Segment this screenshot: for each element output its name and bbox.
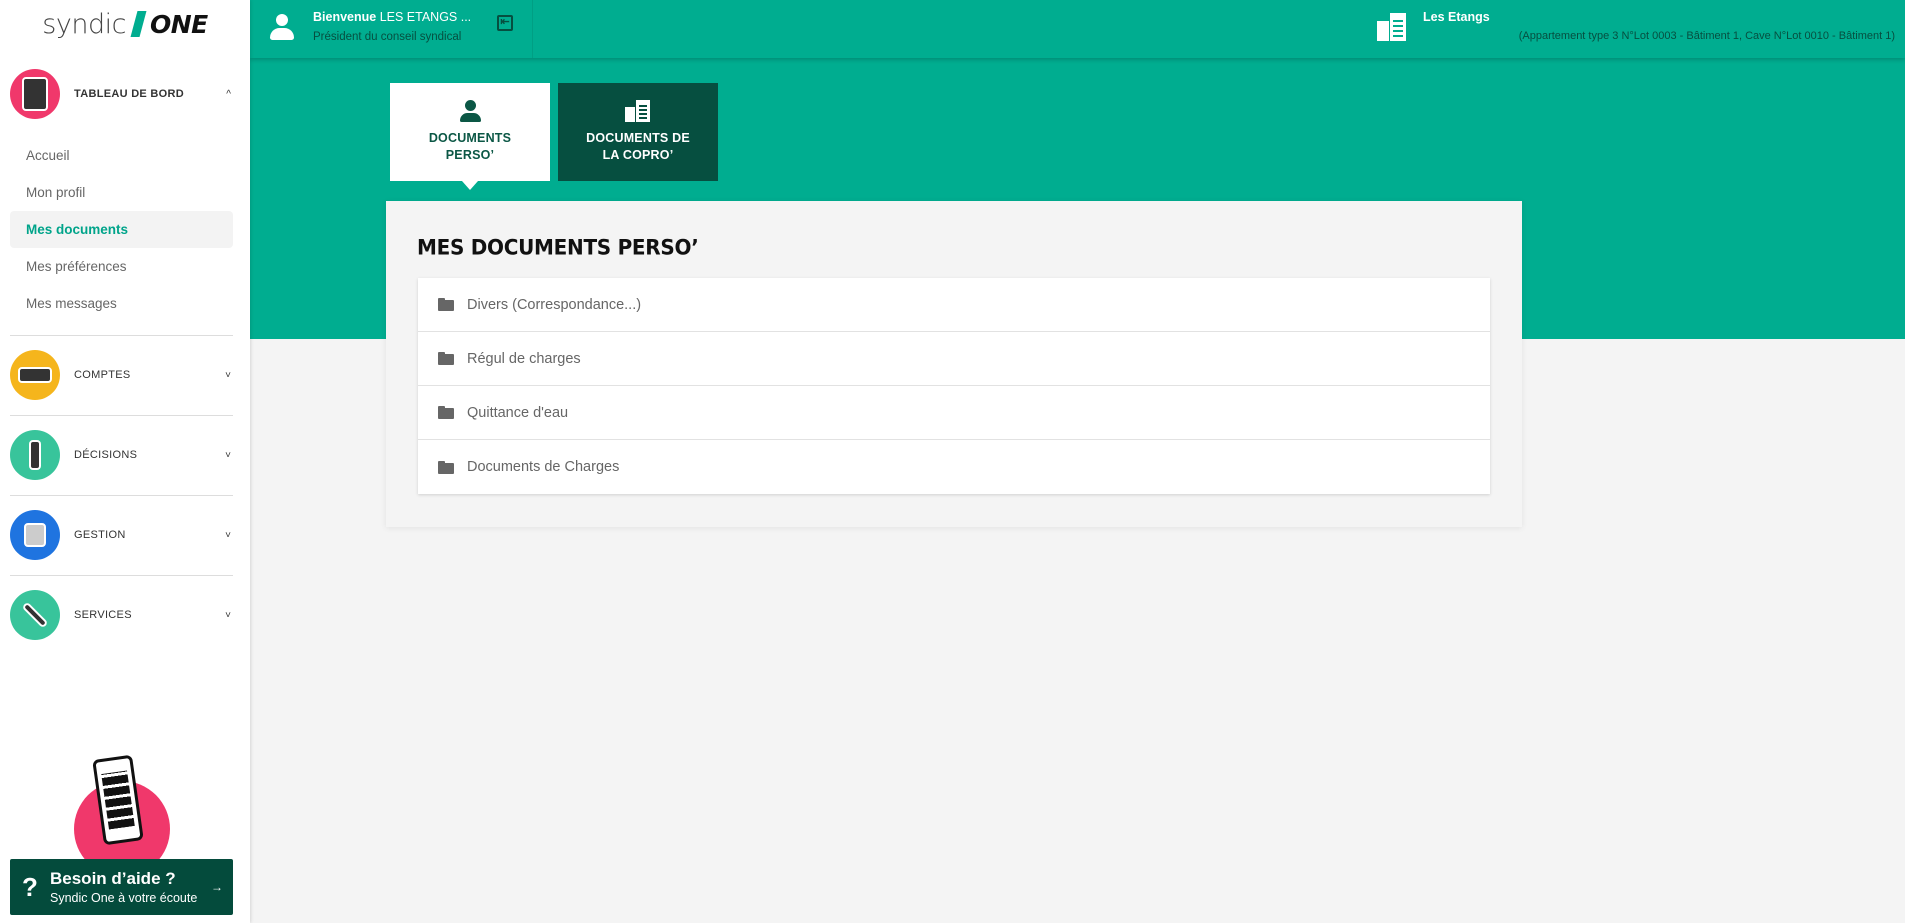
user-avatar-icon: [269, 14, 295, 40]
subnav-item-accueil[interactable]: Accueil: [10, 137, 233, 174]
services-illustration-icon: [10, 590, 60, 640]
copro-name[interactable]: Les Etangs: [1423, 10, 1490, 24]
subnav-item-mes-documents[interactable]: Mes documents: [10, 211, 233, 248]
folder-icon: [438, 298, 454, 311]
nav-section-tableau-de-bord[interactable]: TABLEAU DE BORD ^: [10, 69, 233, 119]
arrow-right-icon: →: [211, 880, 223, 894]
tableau-de-bord-illustration-icon: [10, 69, 60, 119]
subnav-item-mon-profil[interactable]: Mon profil: [10, 174, 233, 211]
help-phone-illustration-icon: [74, 754, 170, 877]
syndic-one-logo[interactable]: syndic ONE: [0, 0, 250, 48]
help-button[interactable]: ? Besoin d’aide ? Syndic One à votre éco…: [10, 859, 233, 915]
chevron-down-icon: ˅: [225, 449, 231, 461]
subnav-item-mes-preferences[interactable]: Mes préférences: [10, 248, 233, 285]
folder-icon: [438, 406, 454, 419]
sidebar: syndic ONE TABLEAU DE BORD ^ Accueil Mon…: [0, 0, 250, 923]
person-icon: [460, 100, 481, 122]
sidebar-divider: [10, 335, 233, 336]
building-icon: [625, 100, 651, 122]
chevron-down-icon: ˅: [225, 529, 231, 541]
tab-documents-perso[interactable]: DOCUMENTS PERSO’: [390, 83, 550, 190]
topbar: Bienvenue LES ETANGS ... Président du co…: [250, 0, 1905, 58]
nav-section-services[interactable]: SERVICES ˅: [10, 590, 233, 640]
chevron-down-icon: ˅: [225, 369, 231, 381]
user-role: Président du conseil syndical: [313, 31, 462, 43]
folder-icon: [438, 460, 454, 474]
nav-section-comptes[interactable]: COMPTES ˅: [10, 350, 233, 400]
documents-card: MES DOCUMENTS PERSO’ Divers (Corresponda…: [386, 201, 1522, 527]
comptes-illustration-icon: [10, 350, 60, 400]
building-icon: [1377, 13, 1407, 41]
gestion-illustration-icon: [10, 510, 60, 560]
help-subtitle: Syndic One à votre écoute: [50, 891, 198, 905]
nav-section-decisions[interactable]: DÉCISIONS ˅: [10, 430, 233, 480]
help-title: Besoin d’aide ?: [50, 869, 176, 888]
user-block: Bienvenue LES ETANGS ... Président du co…: [250, 0, 533, 58]
sidebar-divider: [10, 495, 233, 496]
user-name: LES ETANGS ...: [376, 10, 472, 24]
logo-text-one: ONE: [149, 9, 208, 39]
folder-icon: [438, 352, 454, 365]
folder-list: Divers (Correspondance...) Régul de char…: [418, 278, 1490, 494]
nav-section-label: GESTION: [74, 529, 126, 541]
nav-section-label: COMPTES: [74, 369, 131, 381]
sidebar-divider: [10, 415, 233, 416]
folder-name: Régul de charges: [467, 350, 581, 367]
tab-documents-copro[interactable]: DOCUMENTS DE LA COPRO’: [558, 83, 718, 181]
nav-section-label: DÉCISIONS: [74, 449, 138, 461]
chevron-down-icon: ˅: [225, 609, 231, 621]
nav-section-label: SERVICES: [74, 609, 132, 621]
sidebar-divider: [10, 575, 233, 576]
folder-name: Documents de Charges: [467, 459, 620, 475]
tab-label: DOCUMENTS DE LA COPRO’: [586, 131, 690, 162]
decisions-illustration-icon: [10, 430, 60, 480]
page-title: MES DOCUMENTS PERSO’: [417, 234, 699, 260]
question-mark-icon: ?: [22, 871, 38, 902]
subnav-item-mes-messages[interactable]: Mes messages: [10, 285, 233, 322]
copro-lots: (Appartement type 3 N°Lot 0003 - Bâtimen…: [1518, 30, 1895, 42]
folder-name: Divers (Correspondance...): [467, 296, 642, 313]
folder-row[interactable]: Régul de charges: [418, 332, 1490, 386]
nav-section-label: TABLEAU DE BORD: [74, 88, 185, 100]
folder-name: Quittance d'eau: [467, 404, 569, 421]
tab-label: DOCUMENTS PERSO’: [428, 131, 512, 162]
logo-text-syndic: syndic: [42, 8, 126, 40]
logout-icon[interactable]: ⇤: [497, 15, 513, 31]
welcome-label: Bienvenue: [313, 10, 377, 24]
dashboard-subnav: Accueil Mon profil Mes documents Mes pré…: [10, 137, 233, 322]
nav-section-gestion[interactable]: GESTION ˅: [10, 510, 233, 560]
folder-row[interactable]: Divers (Correspondance...): [418, 278, 1490, 332]
folder-row[interactable]: Quittance d'eau: [418, 386, 1490, 440]
welcome-text: Bienvenue LES ETANGS ...: [313, 10, 471, 24]
logo-slash: [130, 11, 147, 37]
folder-row[interactable]: Documents de Charges: [418, 440, 1490, 494]
chevron-up-icon: ^: [226, 88, 231, 100]
